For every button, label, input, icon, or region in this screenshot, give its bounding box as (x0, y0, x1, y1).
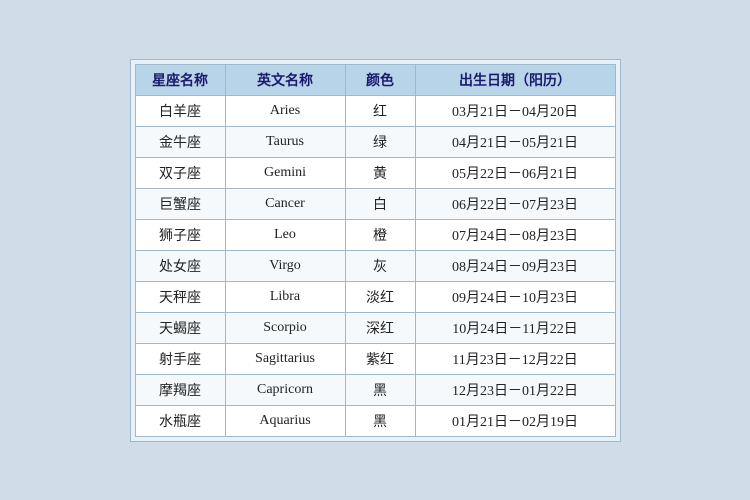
cell-chinese: 射手座 (135, 343, 225, 374)
zodiac-table-container: 星座名称 英文名称 颜色 出生日期（阳历） 白羊座Aries红03月21日－04… (130, 59, 621, 442)
table-header-row: 星座名称 英文名称 颜色 出生日期（阳历） (135, 64, 615, 95)
cell-english: Aries (225, 95, 345, 126)
table-row: 狮子座Leo橙07月24日－08月23日 (135, 219, 615, 250)
header-date: 出生日期（阳历） (415, 64, 615, 95)
table-row: 摩羯座Capricorn黑12月23日－01月22日 (135, 374, 615, 405)
cell-chinese: 摩羯座 (135, 374, 225, 405)
table-row: 射手座Sagittarius紫红11月23日－12月22日 (135, 343, 615, 374)
cell-color: 红 (345, 95, 415, 126)
table-row: 处女座Virgo灰08月24日－09月23日 (135, 250, 615, 281)
table-row: 天蝎座Scorpio深红10月24日－11月22日 (135, 312, 615, 343)
cell-english: Scorpio (225, 312, 345, 343)
cell-chinese: 双子座 (135, 157, 225, 188)
header-chinese: 星座名称 (135, 64, 225, 95)
table-row: 天秤座Libra淡红09月24日－10月23日 (135, 281, 615, 312)
cell-color: 灰 (345, 250, 415, 281)
cell-chinese: 天秤座 (135, 281, 225, 312)
cell-english: Taurus (225, 126, 345, 157)
cell-date: 09月24日－10月23日 (415, 281, 615, 312)
cell-english: Leo (225, 219, 345, 250)
cell-chinese: 狮子座 (135, 219, 225, 250)
table-row: 金牛座Taurus绿04月21日－05月21日 (135, 126, 615, 157)
cell-date: 10月24日－11月22日 (415, 312, 615, 343)
cell-english: Cancer (225, 188, 345, 219)
cell-chinese: 金牛座 (135, 126, 225, 157)
cell-date: 08月24日－09月23日 (415, 250, 615, 281)
table-row: 巨蟹座Cancer白06月22日－07月23日 (135, 188, 615, 219)
cell-date: 04月21日－05月21日 (415, 126, 615, 157)
cell-english: Virgo (225, 250, 345, 281)
cell-chinese: 处女座 (135, 250, 225, 281)
cell-color: 黄 (345, 157, 415, 188)
cell-date: 12月23日－01月22日 (415, 374, 615, 405)
cell-chinese: 白羊座 (135, 95, 225, 126)
cell-date: 07月24日－08月23日 (415, 219, 615, 250)
cell-color: 黑 (345, 374, 415, 405)
cell-chinese: 天蝎座 (135, 312, 225, 343)
cell-date: 05月22日－06月21日 (415, 157, 615, 188)
table-row: 水瓶座Aquarius黑01月21日－02月19日 (135, 405, 615, 436)
cell-color: 淡红 (345, 281, 415, 312)
cell-date: 06月22日－07月23日 (415, 188, 615, 219)
cell-english: Libra (225, 281, 345, 312)
cell-date: 03月21日－04月20日 (415, 95, 615, 126)
cell-color: 黑 (345, 405, 415, 436)
cell-chinese: 巨蟹座 (135, 188, 225, 219)
table-row: 双子座Gemini黄05月22日－06月21日 (135, 157, 615, 188)
zodiac-table: 星座名称 英文名称 颜色 出生日期（阳历） 白羊座Aries红03月21日－04… (135, 64, 616, 437)
cell-english: Sagittarius (225, 343, 345, 374)
cell-color: 绿 (345, 126, 415, 157)
header-english: 英文名称 (225, 64, 345, 95)
cell-english: Aquarius (225, 405, 345, 436)
cell-chinese: 水瓶座 (135, 405, 225, 436)
cell-date: 11月23日－12月22日 (415, 343, 615, 374)
cell-english: Capricorn (225, 374, 345, 405)
cell-english: Gemini (225, 157, 345, 188)
cell-color: 橙 (345, 219, 415, 250)
cell-color: 白 (345, 188, 415, 219)
table-row: 白羊座Aries红03月21日－04月20日 (135, 95, 615, 126)
header-color: 颜色 (345, 64, 415, 95)
cell-color: 紫红 (345, 343, 415, 374)
cell-color: 深红 (345, 312, 415, 343)
cell-date: 01月21日－02月19日 (415, 405, 615, 436)
